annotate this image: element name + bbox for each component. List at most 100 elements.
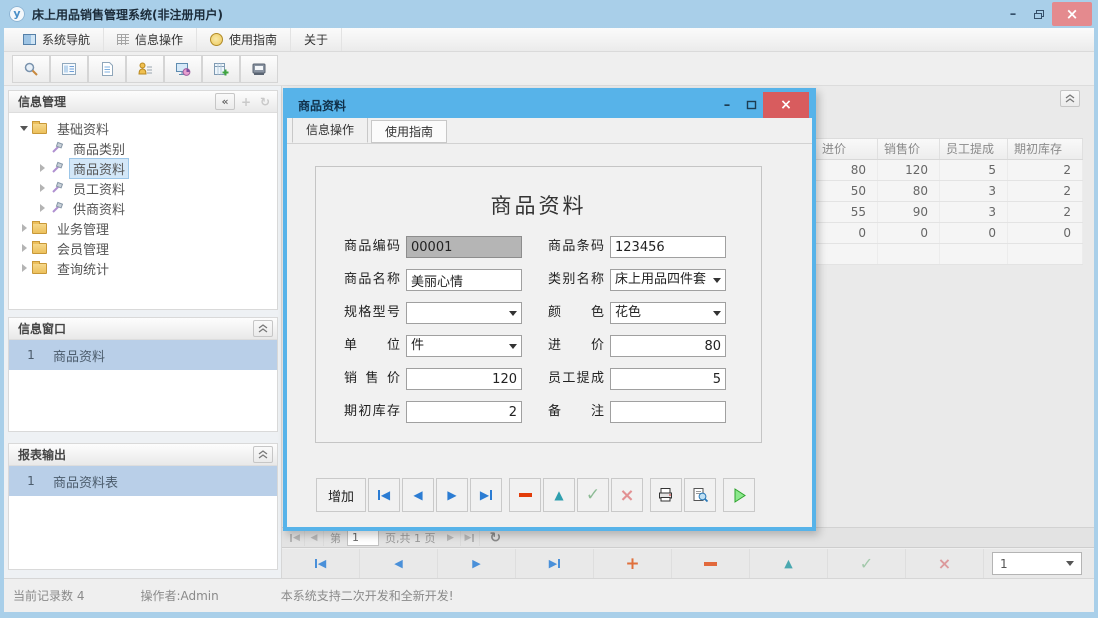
expander-closed-icon[interactable] — [18, 264, 30, 272]
refresh-icon[interactable]: ↻ — [490, 530, 502, 546]
expander-closed-icon[interactable] — [18, 244, 30, 252]
table-row[interactable]: 80 120 5 2 — [816, 160, 1083, 181]
list-item-product-info[interactable]: 1 商品资料 — [9, 340, 277, 370]
tree-item-member-manage[interactable]: 会员管理 — [9, 238, 277, 258]
cancel-record-button[interactable]: × — [611, 478, 643, 512]
prev-record-button[interactable]: ◀ — [360, 549, 438, 578]
tab-user-guide[interactable]: 使用指南 — [371, 120, 447, 143]
tab-info-ops[interactable]: 信息操作 — [292, 117, 368, 143]
run-report-button[interactable] — [723, 478, 755, 512]
add-record-button[interactable]: + — [594, 549, 672, 578]
tree-item-employee-info[interactable]: 员工资料 — [9, 178, 277, 198]
minus-icon — [704, 562, 717, 566]
collapse-panel-button[interactable] — [253, 320, 273, 337]
first-page-button[interactable]: ◀ — [286, 529, 305, 546]
expander-closed-icon[interactable] — [18, 224, 30, 232]
dialog-close-button[interactable]: × — [763, 92, 809, 118]
unit-value: 件 — [411, 338, 424, 353]
menu-info-ops[interactable]: 信息操作 — [104, 28, 197, 51]
employee-tool-button[interactable] — [126, 55, 164, 83]
minimize-button[interactable]: – — [1000, 7, 1026, 22]
expander-closed-icon[interactable] — [36, 164, 48, 172]
report-chart-tool-button[interactable] — [164, 55, 202, 83]
unit-select[interactable]: 件 — [406, 335, 522, 357]
collapse-main-button[interactable] — [1060, 90, 1080, 107]
print-button[interactable] — [650, 478, 682, 512]
cell: 3 — [940, 181, 1008, 201]
sale-price-field[interactable] — [406, 368, 522, 390]
category-select[interactable]: 床上用品四件套 — [610, 269, 726, 291]
table-row[interactable]: 55 90 3 2 — [816, 202, 1083, 223]
dialog-maximize-button[interactable] — [739, 100, 763, 110]
first-record-button[interactable]: ◀ — [368, 478, 400, 512]
tree-item-product-info[interactable]: 商品资料 — [9, 158, 277, 178]
next-record-button[interactable]: ▶ — [436, 478, 468, 512]
record-count-select[interactable]: 1 — [992, 552, 1082, 575]
menu-about[interactable]: 关于 — [291, 28, 342, 51]
dialog-titlebar[interactable]: 商品资料 – × — [287, 92, 812, 118]
color-select[interactable]: 花色 — [610, 302, 726, 324]
cancel-record-button[interactable]: × — [906, 549, 984, 578]
info-window-header: 信息窗口 — [9, 318, 277, 340]
last-record-button[interactable]: ▶ — [516, 549, 594, 578]
info-window-panel: 信息窗口 1 商品资料 — [8, 317, 278, 432]
document-tool-button[interactable] — [88, 55, 126, 83]
operator-label: 操作者:Admin — [140, 587, 218, 604]
edit-record-button[interactable]: ▲ — [750, 549, 828, 578]
tree-item-business-manage[interactable]: 业务管理 — [9, 218, 277, 238]
table-add-tool-button[interactable] — [202, 55, 240, 83]
cross-icon: × — [619, 485, 634, 506]
tree-item-product-category[interactable]: 商品类别 — [9, 138, 277, 158]
search-tool-button[interactable] — [12, 55, 50, 83]
tree-item-base-data[interactable]: 基础资料 — [9, 118, 277, 138]
add-button[interactable]: 增加 — [316, 478, 366, 512]
restore-button[interactable] — [1026, 9, 1052, 20]
spec-select[interactable] — [406, 302, 522, 324]
first-record-button[interactable]: ◀ — [282, 549, 360, 578]
menu-system-nav[interactable]: 系统导航 — [10, 28, 104, 51]
next-page-button[interactable]: ▶ — [442, 529, 461, 546]
commission-field[interactable] — [610, 368, 726, 390]
delete-record-button[interactable] — [672, 549, 750, 578]
product-barcode-field[interactable] — [610, 236, 726, 258]
cash-register-tool-button[interactable] — [240, 55, 278, 83]
table-row[interactable]: 0 0 0 0 — [816, 223, 1083, 244]
save-record-button[interactable]: ✓ — [577, 478, 609, 512]
expander-closed-icon[interactable] — [36, 184, 48, 192]
print-preview-button[interactable] — [684, 478, 716, 512]
remark-field[interactable] — [610, 401, 726, 423]
dialog-minimize-button[interactable]: – — [715, 98, 739, 113]
purchase-price-field[interactable] — [610, 335, 726, 357]
column-header[interactable]: 进价 — [816, 139, 878, 159]
tool-icon — [50, 161, 64, 175]
prev-page-button[interactable]: ◀ — [305, 529, 324, 546]
cash-register-icon — [251, 61, 267, 77]
page-number-input[interactable] — [347, 530, 379, 546]
card-view-tool-button[interactable] — [50, 55, 88, 83]
column-header[interactable]: 员工提成 — [940, 139, 1008, 159]
expander-open-icon[interactable] — [18, 126, 30, 131]
prev-record-button[interactable]: ◀ — [402, 478, 434, 512]
collapse-sidebar-button[interactable]: « — [215, 93, 235, 110]
menu-label: 信息操作 — [135, 31, 183, 48]
close-button[interactable]: × — [1052, 2, 1092, 26]
expander-closed-icon[interactable] — [36, 204, 48, 212]
product-name-field[interactable] — [406, 269, 522, 291]
collapse-panel-button[interactable] — [253, 446, 273, 463]
edit-record-button[interactable]: ▲ — [543, 478, 575, 512]
delete-record-button[interactable] — [509, 478, 541, 512]
last-record-button[interactable]: ▶ — [470, 478, 502, 512]
menu-user-guide[interactable]: 使用指南 — [197, 28, 291, 51]
confirm-record-button[interactable]: ✓ — [828, 549, 906, 578]
tree-item-query-stats[interactable]: 查询统计 — [9, 258, 277, 278]
table-row[interactable]: 50 80 3 2 — [816, 181, 1083, 202]
record-count-label: 当前记录数 4 — [13, 587, 84, 604]
grid-header: 进价 销售价 员工提成 期初库存 — [816, 138, 1083, 160]
list-item-product-report[interactable]: 1 商品资料表 — [9, 466, 277, 496]
column-header[interactable]: 期初库存 — [1008, 139, 1083, 159]
column-header[interactable]: 销售价 — [878, 139, 940, 159]
tree-item-supplier-info[interactable]: 供商资料 — [9, 198, 277, 218]
next-record-button[interactable]: ▶ — [438, 549, 516, 578]
initial-stock-field[interactable] — [406, 401, 522, 423]
last-page-button[interactable]: ▶ — [461, 529, 480, 546]
